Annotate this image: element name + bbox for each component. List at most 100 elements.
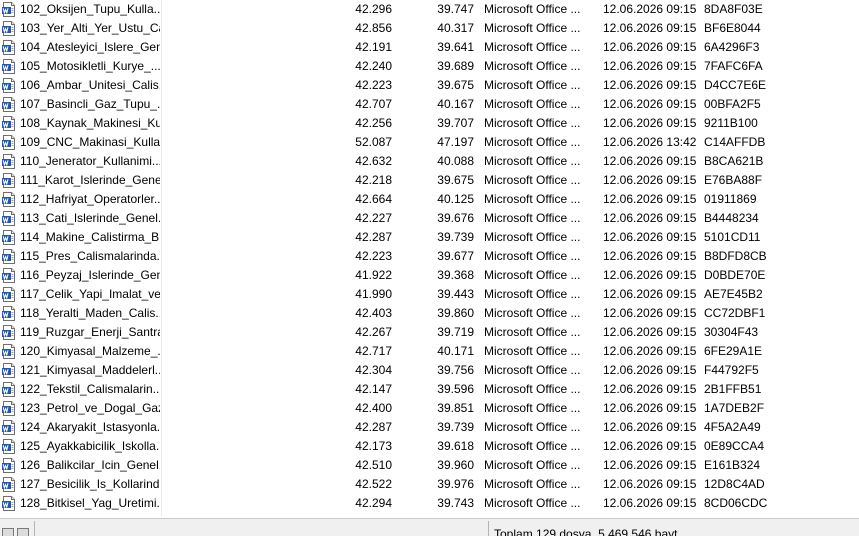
file-size: 39.739 xyxy=(437,230,474,244)
file-type: Microsoft Office ... xyxy=(484,458,581,472)
file-row[interactable]: 123_Petrol_ve_Dogal_Gaz... 42.400 39.851… xyxy=(0,399,859,418)
file-modified: 12.06.2026 09:15 xyxy=(603,59,697,73)
file-packed-size: 42.223 xyxy=(355,78,392,92)
file-modified: 12.06.2026 09:15 xyxy=(603,173,697,187)
file-crc: 30304F43 xyxy=(704,325,759,339)
file-row[interactable]: 120_Kimyasal_Malzeme_... 42.717 40.171 M… xyxy=(0,342,859,361)
file-size: 39.641 xyxy=(437,40,474,54)
file-row[interactable]: 121_Kimyasal_Maddelerl... 42.304 39.756 … xyxy=(0,361,859,380)
file-crc: E161B324 xyxy=(704,458,761,472)
file-crc: 5101CD11 xyxy=(704,230,761,244)
file-modified: 12.06.2026 09:15 xyxy=(603,401,697,415)
file-size: 39.368 xyxy=(437,268,474,282)
file-modified: 12.06.2026 09:15 xyxy=(603,363,697,377)
file-row[interactable]: 125_Ayakkabicilik_Iskolla... 42.173 39.6… xyxy=(0,437,859,456)
file-row[interactable]: 102_Oksijen_Tupu_Kulla... 42.296 39.747 … xyxy=(0,0,859,19)
file-type: Microsoft Office ... xyxy=(484,344,581,358)
file-type: Microsoft Office ... xyxy=(484,59,581,73)
file-packed-size: 42.267 xyxy=(355,325,392,339)
file-row[interactable]: 105_Motosikletli_Kurye_... 42.240 39.689… xyxy=(0,57,859,76)
word-document-icon xyxy=(2,477,16,492)
word-document-icon xyxy=(2,401,16,416)
file-row[interactable]: 115_Pres_Calismalarinda... 42.223 39.677… xyxy=(0,247,859,266)
file-name: 106_Ambar_Unitesi_Calis... xyxy=(20,78,160,92)
file-row[interactable]: 117_Celik_Yapi_Imalat_ve... 41.990 39.44… xyxy=(0,285,859,304)
file-row[interactable]: 104_Atesleyici_Islere_Gen... 42.191 39.6… xyxy=(0,38,859,57)
file-type: Microsoft Office ... xyxy=(484,21,581,35)
word-document-icon xyxy=(2,458,16,473)
file-row[interactable]: 118_Yeralti_Maden_Calis... 42.403 39.860… xyxy=(0,304,859,323)
file-name: 108_Kaynak_Makinesi_Ku... xyxy=(20,116,160,130)
file-modified: 12.06.2026 09:15 xyxy=(603,21,697,35)
file-packed-size: 41.922 xyxy=(355,268,392,282)
file-crc: 4F5A2A49 xyxy=(704,420,761,434)
word-document-icon xyxy=(2,268,16,283)
file-row[interactable]: 114_Makine_Calistirma_B... 42.287 39.739… xyxy=(0,228,859,247)
file-packed-size: 42.240 xyxy=(355,59,392,73)
file-row[interactable]: 110_Jenerator_Kullanimi... 42.632 40.088… xyxy=(0,152,859,171)
file-row[interactable]: 108_Kaynak_Makinesi_Ku... 42.256 39.707 … xyxy=(0,114,859,133)
file-crc: E76BA88F xyxy=(704,173,763,187)
file-size: 39.960 xyxy=(437,458,474,472)
file-row[interactable]: 103_Yer_Alti_Yer_Ustu_Ca... 42.856 40.31… xyxy=(0,19,859,38)
file-name: 124_Akaryakit_Istasyonla... xyxy=(20,420,160,434)
word-document-icon xyxy=(2,2,16,17)
file-modified: 12.06.2026 09:15 xyxy=(603,268,697,282)
file-row[interactable]: 119_Ruzgar_Enerji_Santra... 42.267 39.71… xyxy=(0,323,859,342)
file-packed-size: 42.147 xyxy=(355,382,392,396)
file-packed-size: 42.632 xyxy=(355,154,392,168)
file-row[interactable]: 107_Basincli_Gaz_Tupu_... 42.707 40.167 … xyxy=(0,95,859,114)
file-name: 122_Tekstil_Calismalarin... xyxy=(20,382,160,396)
file-size: 39.675 xyxy=(437,173,474,187)
file-row[interactable]: 106_Ambar_Unitesi_Calis... 42.223 39.675… xyxy=(0,76,859,95)
file-type: Microsoft Office ... xyxy=(484,97,581,111)
file-modified: 12.06.2026 09:15 xyxy=(603,477,697,491)
file-row[interactable]: 124_Akaryakit_Istasyonla... 42.287 39.73… xyxy=(0,418,859,437)
file-modified: 12.06.2026 09:15 xyxy=(603,40,697,54)
file-size: 39.443 xyxy=(437,287,474,301)
file-packed-size: 52.087 xyxy=(355,135,392,149)
file-name: 126_Balikcilar_Icin_Genel... xyxy=(20,458,160,472)
file-crc: B8DFD8CB xyxy=(704,249,767,263)
file-row[interactable]: 111_Karot_Islerinde_Gene... 42.218 39.67… xyxy=(0,171,859,190)
file-row[interactable]: 128_Bitkisel_Yag_Uretimi... 42.294 39.74… xyxy=(0,494,859,513)
file-rows: 102_Oksijen_Tupu_Kulla... 42.296 39.747 … xyxy=(0,0,859,513)
file-crc: BF6E8044 xyxy=(704,21,761,35)
status-divider xyxy=(34,521,35,536)
file-type: Microsoft Office ... xyxy=(484,287,581,301)
word-document-icon xyxy=(2,439,16,454)
file-row[interactable]: 122_Tekstil_Calismalarin... 42.147 39.59… xyxy=(0,380,859,399)
file-size: 39.596 xyxy=(437,382,474,396)
word-document-icon xyxy=(2,211,16,226)
file-packed-size: 42.304 xyxy=(355,363,392,377)
file-row[interactable]: 112_Hafriyat_Operatorler... 42.664 40.12… xyxy=(0,190,859,209)
file-packed-size: 42.256 xyxy=(355,116,392,130)
file-size: 39.743 xyxy=(437,496,474,510)
file-size: 39.707 xyxy=(437,116,474,130)
file-name: 119_Ruzgar_Enerji_Santra... xyxy=(20,325,160,339)
file-type: Microsoft Office ... xyxy=(484,249,581,263)
word-document-icon xyxy=(2,382,16,397)
file-row[interactable]: 116_Peyzaj_Islerinde_Gen... 41.922 39.36… xyxy=(0,266,859,285)
file-crc: 1A7DEB2F xyxy=(704,401,765,415)
word-document-icon xyxy=(2,21,16,36)
file-size: 40.317 xyxy=(437,21,474,35)
file-type: Microsoft Office ... xyxy=(484,154,581,168)
file-modified: 12.06.2026 09:15 xyxy=(603,382,697,396)
file-packed-size: 42.707 xyxy=(355,97,392,111)
file-row[interactable]: 126_Balikcilar_Icin_Genel... 42.510 39.9… xyxy=(0,456,859,475)
file-name: 113_Cati_Islerinde_Genel... xyxy=(20,211,160,225)
file-type: Microsoft Office ... xyxy=(484,401,581,415)
file-row[interactable]: 127_Besicilik_Is_Kollarind... 42.522 39.… xyxy=(0,475,859,494)
file-type: Microsoft Office ... xyxy=(484,40,581,54)
file-list: 102_Oksijen_Tupu_Kulla... 42.296 39.747 … xyxy=(0,0,859,516)
file-size: 40.125 xyxy=(437,192,474,206)
file-name: 109_CNC_Makinasi_Kulla... xyxy=(20,135,160,149)
file-packed-size: 42.223 xyxy=(355,249,392,263)
file-size: 39.739 xyxy=(437,420,474,434)
file-row[interactable]: 113_Cati_Islerinde_Genel... 42.227 39.67… xyxy=(0,209,859,228)
file-row[interactable]: 109_CNC_Makinasi_Kulla... 52.087 47.197 … xyxy=(0,133,859,152)
file-type: Microsoft Office ... xyxy=(484,325,581,339)
word-document-icon xyxy=(2,59,16,74)
file-modified: 12.06.2026 09:15 xyxy=(603,78,697,92)
